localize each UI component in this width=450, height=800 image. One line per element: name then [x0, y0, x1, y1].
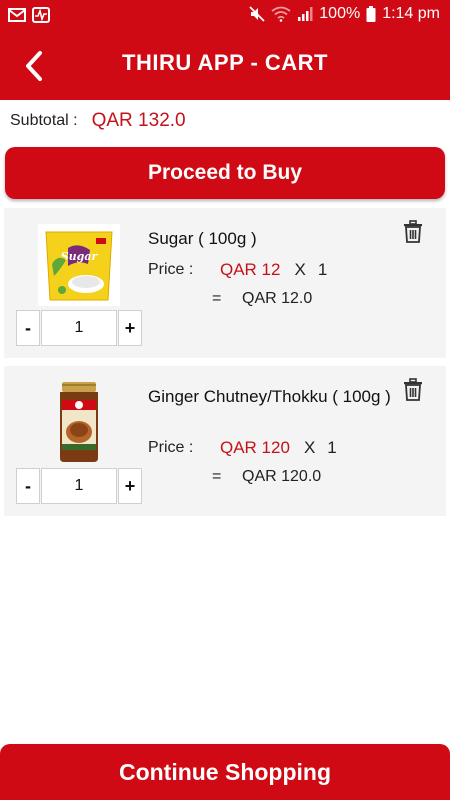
battery-percent: 100%	[319, 5, 361, 22]
product-title: Sugar ( 100g )	[148, 229, 257, 248]
product-image: Sugar	[38, 224, 120, 306]
delete-item-button[interactable]	[402, 378, 424, 402]
subtotal-value: QAR 132.0	[91, 110, 186, 131]
chutney-jar-image	[60, 382, 98, 462]
cart-item: Sugar Sugar ( 100g ) Price : QAR 12 X 1 …	[4, 208, 446, 358]
line-total: QAR 120.0	[242, 468, 322, 485]
equals-sign: =	[212, 468, 222, 485]
quantity-text: 1	[317, 260, 328, 279]
quantity-text: 1	[327, 438, 337, 457]
product-image	[54, 380, 104, 464]
quantity-stepper: - 1 +	[16, 468, 142, 504]
line-total: QAR 12.0	[242, 290, 313, 307]
price-label: Price :	[148, 261, 194, 278]
wifi-icon	[271, 6, 291, 22]
sugar-pack-text: Sugar	[61, 250, 99, 263]
unit-price: QAR 120	[220, 438, 290, 457]
product-title: Ginger Chutney/Thokku ( 100g )	[148, 387, 391, 406]
pulse-icon	[32, 7, 50, 23]
page-title: THIRU APP - CART	[122, 50, 328, 75]
status-system: 100% 1:14 pm	[249, 5, 440, 23]
price-label: Price :	[148, 439, 194, 456]
subtotal-label: Subtotal :	[10, 112, 78, 129]
unit-price: QAR 12	[220, 260, 281, 279]
increment-button[interactable]: +	[118, 468, 142, 504]
trash-icon	[404, 220, 422, 243]
sugar-pack-image: Sugar	[38, 224, 120, 306]
cart-item: Ginger Chutney/Thokku ( 100g ) Price : Q…	[4, 366, 446, 516]
multiply-sign: X	[294, 260, 306, 279]
subtotal-row: Subtotal : QAR 132.0	[10, 108, 186, 134]
price-row: Price : QAR 120 X 1	[148, 438, 337, 458]
app-header: 100% 1:14 pm THIRU APP - CART	[0, 0, 450, 100]
battery-icon	[366, 6, 376, 22]
quantity-input[interactable]: 1	[41, 310, 117, 346]
decrement-button[interactable]: -	[16, 468, 40, 504]
price-row: Price : QAR 12 X 1	[148, 260, 327, 280]
mute-icon	[249, 6, 265, 22]
equals-sign: =	[212, 290, 222, 307]
trash-icon	[404, 378, 422, 401]
status-notifications	[8, 7, 50, 23]
multiply-sign: X	[303, 438, 316, 457]
line-total-row: = QAR 120.0	[212, 468, 321, 486]
signal-icon	[298, 7, 313, 21]
proceed-to-buy-button[interactable]: Proceed to Buy	[5, 147, 445, 199]
continue-shopping-button[interactable]: Continue Shopping	[0, 744, 450, 800]
increment-button[interactable]: +	[118, 310, 142, 346]
status-bar: 100% 1:14 pm	[0, 0, 450, 32]
clock: 1:14 pm	[382, 5, 440, 22]
cart-screen: 100% 1:14 pm THIRU APP - CART Subtotal :…	[0, 0, 450, 800]
line-total-row: = QAR 12.0	[212, 290, 312, 308]
delete-item-button[interactable]	[402, 220, 424, 244]
quantity-input[interactable]: 1	[41, 468, 117, 504]
decrement-button[interactable]: -	[16, 310, 40, 346]
quantity-stepper: - 1 +	[16, 310, 142, 346]
mail-icon	[8, 8, 26, 22]
